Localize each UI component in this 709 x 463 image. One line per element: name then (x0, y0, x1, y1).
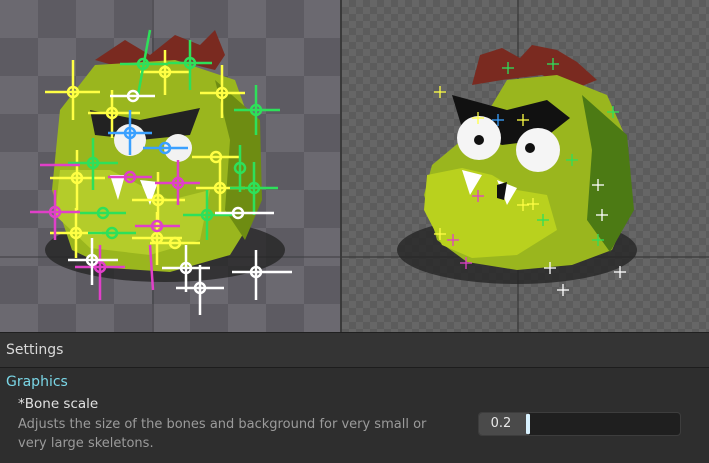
bone-scale-label: *Bone scale (18, 396, 99, 412)
section-graphics[interactable]: Graphics (0, 368, 709, 396)
character-pupil-right (525, 143, 535, 153)
viewport-area (0, 0, 709, 332)
right-viewport[interactable] (342, 0, 709, 332)
settings-panel: Settings Graphics *Bone scale Adjusts th… (0, 332, 709, 463)
bone-scale-slider[interactable]: 0.2 (478, 412, 681, 436)
left-viewport-canvas[interactable] (0, 0, 340, 332)
left-viewport[interactable] (0, 0, 340, 332)
slider-handle[interactable] (526, 414, 530, 434)
character-pupil-left (474, 135, 484, 145)
settings-title: Settings (0, 332, 709, 368)
right-viewport-canvas[interactable] (342, 0, 709, 332)
bone-scale-value[interactable]: 0.2 (479, 413, 523, 435)
bone-scale-description: Adjusts the size of the bones and backgr… (18, 417, 427, 451)
character-eye-right (516, 128, 560, 172)
